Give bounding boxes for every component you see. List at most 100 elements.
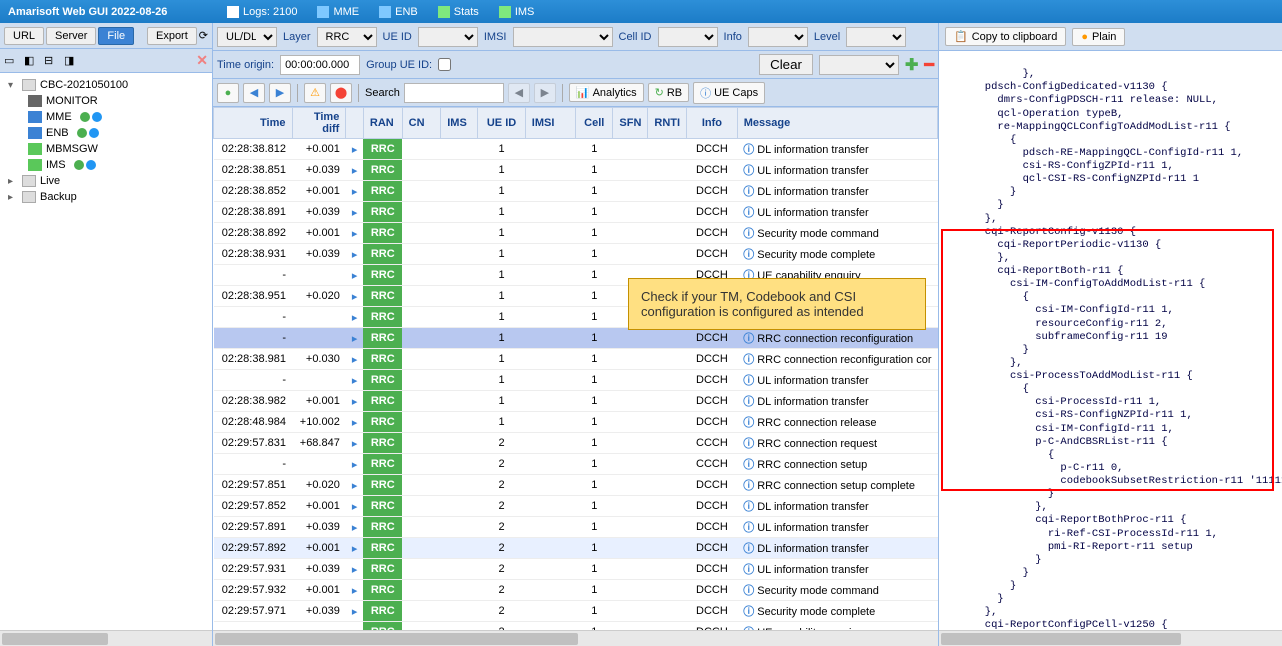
log-row[interactable]: 02:29:57.892+0.001▸RRC21DCCHⓘDL informat… [214, 538, 938, 559]
column-header[interactable]: Time [214, 108, 293, 139]
log-row[interactable]: 02:28:38.891+0.039▸RRC11DCCHⓘUL informat… [214, 202, 938, 223]
status-green-icon [74, 160, 84, 170]
log-row[interactable]: 02:28:38.981+0.030▸RRC11DCCHⓘRRC connect… [214, 349, 938, 370]
detail-text[interactable]: }, pdsch-ConfigDedicated-v1130 { dmrs-Co… [939, 51, 1282, 630]
log-row[interactable]: -▸RRC21CCCHⓘRRC connection setup [214, 454, 938, 475]
log-row[interactable]: 02:29:57.831+68.847▸RRC21CCCHⓘRRC connec… [214, 433, 938, 454]
log-row[interactable]: 02:29:57.851+0.020▸RRC21DCCHⓘRRC connect… [214, 475, 938, 496]
tab-stats[interactable]: Stats [428, 4, 489, 20]
delete-icon[interactable]: ━ [924, 55, 934, 75]
tree-mme[interactable]: MME [0, 109, 212, 125]
log-grid[interactable]: TimeTime diff RANCNIMSUE IDIMSICellSFNRNT… [213, 107, 938, 630]
tree-ims[interactable]: IMS [0, 157, 212, 173]
column-header[interactable]: IMS [441, 108, 478, 139]
clear-button[interactable]: Clear [759, 54, 813, 75]
tree-enb[interactable]: ENB [0, 125, 212, 141]
back-icon[interactable]: ◀ [243, 83, 265, 103]
direction-icon: ▸ [352, 333, 358, 345]
log-row[interactable]: -▸RRC11DCCHⓘRRC connection reconfigurati… [214, 328, 938, 349]
expander-icon[interactable] [8, 80, 18, 91]
tree-backup[interactable]: Backup [0, 189, 212, 205]
left-hscroll[interactable] [0, 630, 212, 646]
add-icon[interactable]: ✚ [905, 55, 918, 75]
record-icon[interactable]: ● [217, 83, 239, 103]
minimize-icon[interactable]: ▭ [4, 54, 18, 68]
uecaps-button[interactable]: ⓘUE Caps [693, 82, 765, 104]
search-next-icon[interactable]: ▶ [534, 83, 556, 103]
info-icon: ⓘ [743, 333, 754, 345]
copy-button[interactable]: 📋Copy to clipboard [945, 27, 1066, 46]
column-header[interactable]: SFN [613, 108, 648, 139]
layer-select[interactable]: RRC [317, 27, 377, 47]
tab-ims[interactable]: IMS [489, 4, 545, 20]
plain-button[interactable]: ●Plain [1072, 28, 1125, 46]
column-header[interactable]: Info [687, 108, 738, 139]
time-origin-label: Time origin: [217, 59, 274, 71]
refresh-icon[interactable]: ⟳ [199, 29, 208, 42]
column-header[interactable]: Message [737, 108, 937, 139]
error-icon[interactable]: ⬤ [330, 83, 352, 103]
log-row[interactable]: -▸RRC11DCCHⓘUL information transfer [214, 370, 938, 391]
log-row[interactable]: 02:29:57.971+0.039▸RRC21DCCHⓘSecurity mo… [214, 601, 938, 622]
tab-label: Logs: 2100 [243, 6, 297, 18]
rb-button[interactable]: ↻RB [648, 83, 690, 102]
analytics-button[interactable]: 📊Analytics [569, 83, 644, 102]
imsi-select[interactable] [513, 27, 613, 47]
forward-icon[interactable]: ▶ [269, 83, 291, 103]
column-header[interactable]: RAN [363, 108, 402, 139]
log-row[interactable]: 02:28:38.931+0.039▸RRC11DCCHⓘSecurity mo… [214, 244, 938, 265]
log-row[interactable]: 02:29:57.852+0.001▸RRC21DCCHⓘDL informat… [214, 496, 938, 517]
tree-root[interactable]: CBC-2021050100 [0, 77, 212, 93]
direction-icon: ▸ [352, 249, 358, 261]
log-row[interactable]: 02:29:57.932+0.001▸RRC21DCCHⓘSecurity mo… [214, 580, 938, 601]
column-header[interactable]: CN [402, 108, 441, 139]
tree-live[interactable]: Live [0, 173, 212, 189]
level-select[interactable] [846, 27, 906, 47]
time-origin-input[interactable] [280, 55, 360, 75]
uldl-select[interactable]: UL/DL [217, 27, 277, 47]
column-header[interactable]: UE ID [478, 108, 525, 139]
tree-monitor[interactable]: MONITOR [0, 93, 212, 109]
expander-icon[interactable] [8, 176, 18, 187]
tool-icon[interactable]: ◧ [24, 54, 38, 68]
search-prev-icon[interactable]: ◀ [508, 83, 530, 103]
server-button[interactable]: Server [46, 27, 96, 45]
log-row[interactable]: 02:29:57.931+0.039▸RRC21DCCHⓘUL informat… [214, 559, 938, 580]
tab-enb[interactable]: ENB [369, 4, 428, 20]
url-button[interactable]: URL [4, 27, 44, 45]
log-row[interactable]: 02:28:38.852+0.001▸RRC11DCCHⓘDL informat… [214, 181, 938, 202]
log-row[interactable]: 02:28:38.812+0.001▸RRC11DCCHⓘDL informat… [214, 139, 938, 160]
search-input[interactable] [404, 83, 504, 103]
log-row[interactable]: 02:29:57.891+0.039▸RRC21DCCHⓘUL informat… [214, 517, 938, 538]
clear-select[interactable] [819, 55, 899, 75]
column-header[interactable] [346, 108, 364, 139]
log-row[interactable]: 02:28:38.892+0.001▸RRC11DCCHⓘSecurity mo… [214, 223, 938, 244]
warning-icon[interactable]: ⚠ [304, 83, 326, 103]
tree-mbmsgw[interactable]: MBMSGW [0, 141, 212, 157]
log-row[interactable]: -▸RRC21DCCHⓘUE capability enquiry [214, 622, 938, 631]
tab-mme[interactable]: MME [307, 4, 369, 20]
mme-icon [28, 111, 42, 123]
log-row[interactable]: 02:28:48.984+10.002▸RRC11DCCHⓘRRC connec… [214, 412, 938, 433]
cellid-select[interactable] [658, 27, 718, 47]
status-blue-icon [86, 160, 96, 170]
column-header[interactable]: RNTI [648, 108, 687, 139]
right-hscroll[interactable] [939, 630, 1282, 646]
group-ueid-checkbox[interactable] [438, 58, 451, 71]
tab-logs[interactable]: Logs: 2100 [217, 4, 307, 20]
sort-icon[interactable]: ⊟ [44, 54, 58, 68]
layer-label: Layer [283, 31, 311, 43]
close-icon[interactable]: ✕ [196, 52, 208, 69]
log-row[interactable]: 02:28:38.851+0.039▸RRC11DCCHⓘUL informat… [214, 160, 938, 181]
ueid-select[interactable] [418, 27, 478, 47]
column-header[interactable]: Time diff [292, 108, 346, 139]
info-select[interactable] [748, 27, 808, 47]
tool2-icon[interactable]: ◨ [64, 54, 78, 68]
log-row[interactable]: 02:28:38.982+0.001▸RRC11DCCHⓘDL informat… [214, 391, 938, 412]
expander-icon[interactable] [8, 192, 18, 203]
export-button[interactable]: Export [147, 27, 197, 45]
file-button[interactable]: File [98, 27, 134, 45]
center-hscroll[interactable] [213, 630, 938, 646]
column-header[interactable]: IMSI [525, 108, 575, 139]
column-header[interactable]: Cell [576, 108, 613, 139]
